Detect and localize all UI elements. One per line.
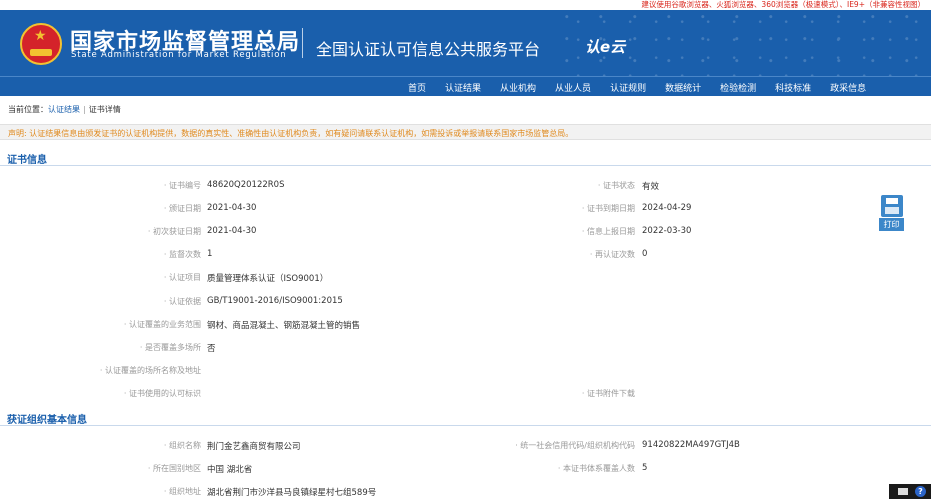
breadcrumb-separator: |	[83, 105, 86, 114]
field-label: · 证书附件下载	[582, 388, 635, 399]
info-row: · 认证覆盖的业务范围钢材、商品混凝土、钢筋混凝土管的销售	[0, 313, 931, 336]
info-row: · 认证项目质量管理体系认证（ISO9001）	[0, 266, 931, 289]
org-section-title: 获证组织基本信息	[7, 411, 87, 426]
info-row: · 监督次数 1 · 再认证次数 0	[0, 243, 931, 266]
field-label: · 信息上报日期	[582, 226, 635, 237]
field-value: 1	[207, 249, 212, 259]
main-nav: 首页 认证结果 从业机构 从业人员 认证规则 数据统计 检验检测 科技标准 政采…	[0, 76, 931, 96]
cert-section-title: 证书信息	[7, 151, 47, 166]
printer-icon	[881, 195, 903, 217]
print-label: 打印	[879, 218, 904, 231]
site-header: 国家市场监督管理总局 State Administration for Mark…	[0, 10, 931, 76]
field-label: · 证书状态	[598, 180, 635, 191]
field-label: · 组织名称	[164, 440, 201, 451]
field-label: · 所在国别地区	[148, 463, 201, 474]
info-row: · 证书使用的认可标识 · 证书附件下载	[0, 382, 931, 405]
print-button[interactable]: 打印	[879, 195, 904, 231]
org-name-en: State Administration for Market Regulati…	[71, 50, 286, 60]
platform-title: 全国认证认可信息公共服务平台	[316, 36, 540, 60]
field-value: 湖北省荆门市沙洋县马良镇绿星村七组589号	[207, 486, 376, 498]
field-value: GB/T19001-2016/ISO9001:2015	[207, 296, 343, 306]
field-label: · 颁证日期	[164, 203, 201, 214]
breadcrumb-current: 证书详情	[89, 105, 121, 114]
national-emblem-icon	[20, 23, 62, 65]
field-value: 钢材、商品混凝土、钢筋混凝土管的销售	[207, 319, 360, 331]
nav-cert-rules[interactable]: 认证规则	[610, 81, 646, 94]
info-row: · 证书编号 48620Q20122R0S · 证书状态有效	[0, 174, 931, 197]
help-icon[interactable]: ?	[915, 486, 926, 497]
field-value: 2021-04-30	[207, 203, 256, 213]
nav-institutions[interactable]: 从业机构	[500, 81, 536, 94]
nav-items: 首页 认证结果 从业机构 从业人员 认证规则 数据统计 检验检测 科技标准 政采…	[408, 81, 885, 94]
taskbar-corner: ?	[889, 484, 931, 499]
header-divider	[302, 28, 303, 58]
field-value: 荆门金艺鑫商贸有限公司	[207, 440, 301, 452]
nav-home[interactable]: 首页	[408, 81, 426, 94]
breadcrumb: 当前位置：认证结果|证书详情	[8, 104, 121, 115]
field-label: · 本证书体系覆盖人数	[558, 463, 635, 474]
field-label: · 证书到期日期	[582, 203, 635, 214]
screen-icon	[898, 488, 908, 495]
field-label: · 认证覆盖的业务范围	[124, 319, 201, 330]
info-row: · 所在国别地区中国 湖北省 · 本证书体系覆盖人数 5	[0, 457, 931, 480]
field-value: 有效	[642, 180, 659, 192]
info-row: · 认证依据 GB/T19001-2016/ISO9001:2015	[0, 290, 931, 313]
field-value: 2022-03-30	[642, 226, 691, 236]
nav-standards[interactable]: 科技标准	[775, 81, 811, 94]
field-value: 5	[642, 463, 647, 473]
nav-statistics[interactable]: 数据统计	[665, 81, 701, 94]
field-value: 48620Q20122R0S	[207, 180, 284, 190]
field-label: · 监督次数	[164, 249, 201, 260]
field-value: 中国 湖北省	[207, 463, 252, 475]
field-label: · 再认证次数	[590, 249, 635, 260]
field-label: · 初次获证日期	[148, 226, 201, 237]
nav-procurement[interactable]: 政采信息	[830, 81, 866, 94]
nav-personnel[interactable]: 从业人员	[555, 81, 591, 94]
nav-cert-results[interactable]: 认证结果	[445, 81, 481, 94]
field-value: 91420822MA497GTJ4B	[642, 440, 740, 450]
org-section-header: 获证组织基本信息	[0, 407, 931, 426]
browser-recommendation-note: 建议使用谷歌浏览器、火狐浏览器、360浏览器（极速模式）、IE9+（非兼容性视图…	[641, 0, 925, 10]
field-value: 2024-04-29	[642, 203, 691, 213]
info-row: · 是否覆盖多场所否	[0, 336, 931, 359]
field-label: · 认证依据	[164, 296, 201, 307]
field-label: · 认证覆盖的场所名称及地址	[100, 365, 201, 376]
info-row: · 颁证日期 2021-04-30 · 证书到期日期 2024-04-29	[0, 197, 931, 220]
platform-logo: 认e云	[585, 36, 625, 57]
info-row: · 组织地址湖北省荆门市沙洋县马良镇绿星村七组589号	[0, 480, 931, 503]
field-value: 质量管理体系认证（ISO9001）	[207, 272, 328, 284]
cert-section-header: 证书信息	[0, 147, 931, 166]
disclaimer-text: 声明: 认证结果信息由颁发证书的认证机构提供，数据的真实性、准确性由认证机构负责…	[8, 128, 573, 139]
field-label: · 组织地址	[164, 486, 201, 497]
field-value: 否	[207, 342, 216, 354]
breadcrumb-link-results[interactable]: 认证结果	[48, 105, 80, 114]
info-row: · 组织名称荆门金艺鑫商贸有限公司 · 统一社会信用代码/组织机构代码 914208…	[0, 434, 931, 457]
field-label: · 证书使用的认可标识	[124, 388, 201, 399]
info-row: · 认证覆盖的场所名称及地址	[0, 359, 931, 382]
field-label: · 认证项目	[164, 272, 201, 283]
breadcrumb-prefix: 当前位置：	[8, 105, 48, 114]
field-value: 2021-04-30	[207, 226, 256, 236]
disclaimer-bar: 声明: 认证结果信息由颁发证书的认证机构提供，数据的真实性、准确性由认证机构负责…	[0, 124, 931, 140]
nav-inspection[interactable]: 检验检测	[720, 81, 756, 94]
field-label: · 是否覆盖多场所	[140, 342, 201, 353]
info-row: · 初次获证日期 2021-04-30 · 信息上报日期 2022-03-30	[0, 220, 931, 243]
field-value: 0	[642, 249, 647, 259]
field-label: · 证书编号	[164, 180, 201, 191]
field-label: · 统一社会信用代码/组织机构代码	[515, 440, 635, 451]
